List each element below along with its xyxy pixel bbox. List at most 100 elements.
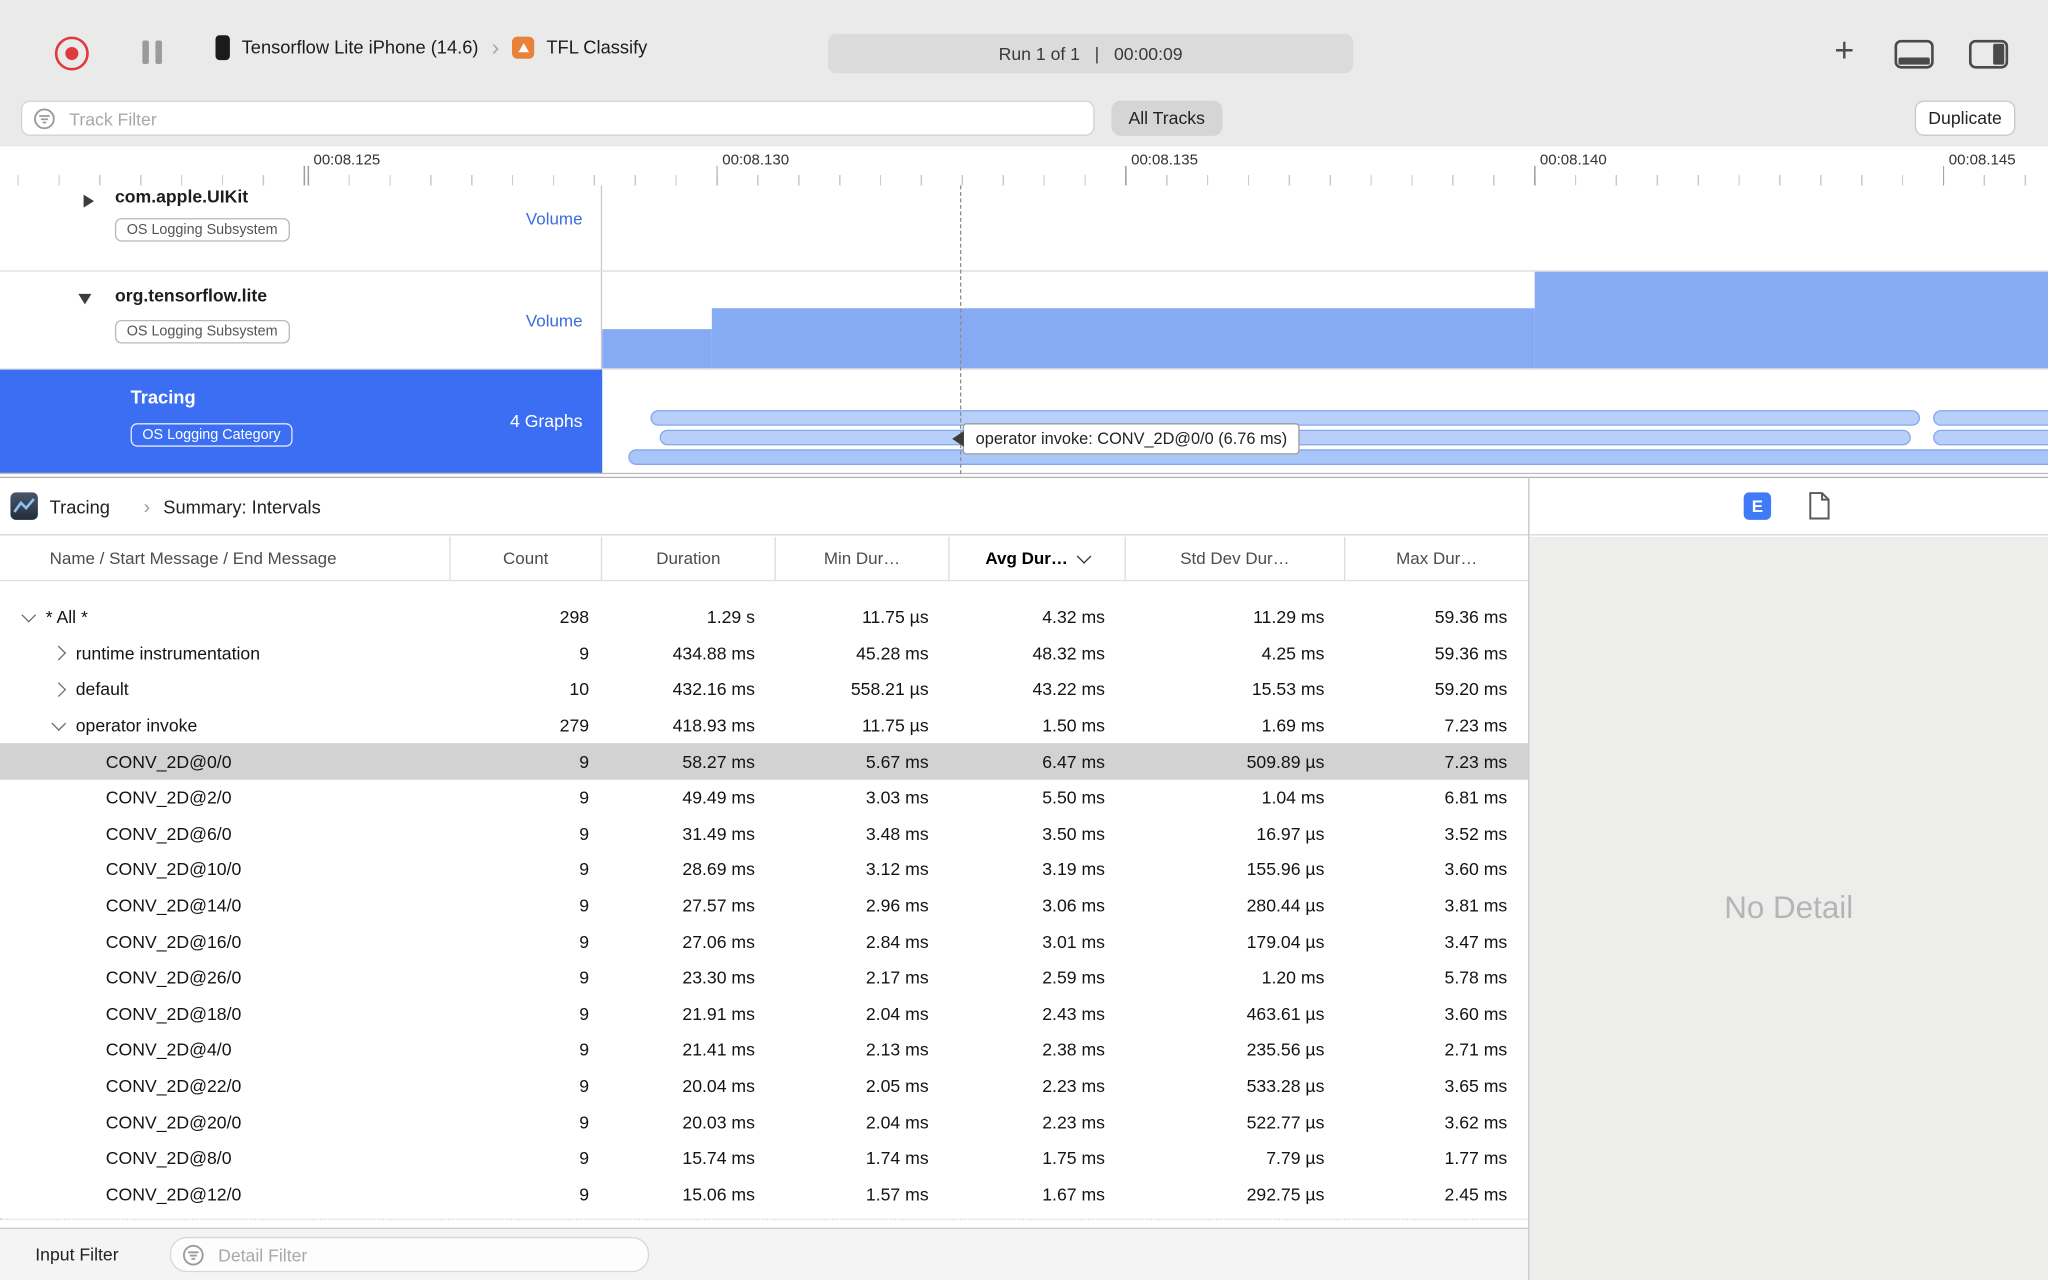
breadcrumb-root[interactable]: Tracing <box>50 478 110 535</box>
column-header-duration[interactable]: Duration <box>602 536 776 580</box>
table-row[interactable]: CONV_2D@8/0 9 15.74 ms 1.74 ms 1.75 ms 7… <box>0 1140 1528 1176</box>
detail-filter-field[interactable] <box>169 1236 650 1274</box>
row-stddev-duration: 1.20 ms <box>1261 968 1325 988</box>
row-name: CONV_2D@20/0 <box>105 1112 242 1132</box>
row-disclosure-icon[interactable] <box>51 716 67 732</box>
detail-filter-input[interactable] <box>215 1238 640 1274</box>
row-avg-duration: 2.59 ms <box>1042 968 1105 988</box>
row-avg-duration: 6.47 ms <box>1042 751 1105 772</box>
column-header-count[interactable]: Count <box>451 536 603 580</box>
row-name: * All * <box>45 607 88 628</box>
table-row[interactable]: CONV_2D@20/0 9 20.03 ms 2.04 ms 2.23 ms … <box>0 1104 1528 1140</box>
column-header-min[interactable]: Min Dur… <box>776 536 950 580</box>
row-stddev-duration: 463.61 µs <box>1246 1004 1325 1024</box>
row-max-duration: 3.81 ms <box>1444 896 1508 916</box>
interval-bar[interactable] <box>628 449 2048 465</box>
row-stddev-duration: 292.75 µs <box>1246 1184 1325 1204</box>
table-row[interactable]: CONV_2D@14/0 9 27.57 ms 2.96 ms 3.06 ms … <box>0 888 1528 924</box>
row-count: 10 <box>569 679 590 700</box>
breadcrumb-chevron-icon: › <box>143 495 151 518</box>
filter-icon <box>33 107 57 137</box>
row-name: CONV_2D@16/0 <box>105 932 242 952</box>
record-button[interactable] <box>54 36 89 71</box>
row-stddev-duration: 1.69 ms <box>1261 715 1325 736</box>
disclosure-triangle-icon[interactable] <box>78 293 92 305</box>
row-avg-duration: 2.43 ms <box>1042 1004 1105 1024</box>
table-row[interactable]: CONV_2D@26/0 9 23.30 ms 2.17 ms 2.59 ms … <box>0 960 1528 996</box>
table-row[interactable]: CONV_2D@4/0 9 21.41 ms 2.13 ms 2.38 ms 2… <box>0 1032 1528 1068</box>
document-icon[interactable] <box>1808 491 1832 528</box>
table-row[interactable]: CONV_2D@18/0 9 21.91 ms 2.04 ms 2.43 ms … <box>0 996 1528 1032</box>
table-row[interactable]: CONV_2D@6/0 9 31.49 ms 3.48 ms 3.50 ms 1… <box>0 816 1528 852</box>
track-lane-uikit[interactable] <box>602 185 2048 270</box>
time-ruler[interactable]: 00:08.125 00:08.130 00:08.135 00:08.140 … <box>0 146 2048 187</box>
row-name: CONV_2D@12/0 <box>105 1184 242 1204</box>
pause-button[interactable] <box>142 40 163 64</box>
table-row[interactable]: CONV_2D@12/0 9 15.06 ms 1.57 ms 1.67 ms … <box>0 1176 1528 1212</box>
row-avg-duration: 2.23 ms <box>1042 1076 1105 1096</box>
column-header-stddev[interactable]: Std Dev Dur… <box>1126 536 1346 580</box>
table-row[interactable]: runtime instrumentation 9 434.88 ms 45.2… <box>0 636 1528 672</box>
column-header-name[interactable]: Name / Start Message / End Message <box>0 536 451 580</box>
row-name: CONV_2D@26/0 <box>105 968 242 988</box>
table-row[interactable]: CONV_2D@0/0 9 58.27 ms 5.67 ms 6.47 ms 5… <box>0 743 1529 780</box>
column-header-avg[interactable]: Avg Dur… <box>950 536 1126 580</box>
column-header-max[interactable]: Max Dur… <box>1345 537 1528 580</box>
row-disclosure-icon[interactable] <box>51 646 67 661</box>
bottom-pane-toggle-button[interactable] <box>1894 39 1934 76</box>
row-duration: 432.16 ms <box>672 679 755 700</box>
breadcrumb-page[interactable]: Summary: Intervals <box>163 478 321 535</box>
track-filter-field[interactable] <box>20 100 1095 138</box>
row-min-duration: 2.84 ms <box>865 932 929 952</box>
duplicate-button[interactable]: Duplicate <box>1914 100 2016 136</box>
filter-bar: All Tracks Duplicate <box>0 91 2048 148</box>
row-avg-duration: 1.67 ms <box>1042 1184 1105 1204</box>
track-header-tracing[interactable]: Tracing OS Logging Category 4 Graphs <box>0 369 603 473</box>
table-row[interactable]: operator invoke 279 418.93 ms 11.75 µs 1… <box>0 708 1528 744</box>
table-row[interactable]: CONV_2D@2/0 9 49.49 ms 3.03 ms 5.50 ms 1… <box>0 780 1528 816</box>
row-disclosure-icon[interactable] <box>51 682 67 698</box>
row-duration: 23.30 ms <box>682 968 755 988</box>
row-min-duration: 558.21 µs <box>850 679 929 700</box>
interval-bar[interactable] <box>1933 410 2048 426</box>
sort-chevron-icon <box>1076 548 1091 564</box>
add-instrument-button[interactable]: + <box>1826 29 1863 68</box>
disclosure-triangle-icon[interactable] <box>83 194 95 208</box>
row-name-cell: CONV_2D@12/0 <box>0 1184 451 1204</box>
row-max-duration: 59.20 ms <box>1434 679 1508 700</box>
row-name-cell: CONV_2D@20/0 <box>0 1112 451 1132</box>
row-name-cell: CONV_2D@22/0 <box>0 1076 451 1096</box>
ruler-label: 00:08.125 <box>313 152 381 169</box>
table-row[interactable]: default 10 432.16 ms 558.21 µs 43.22 ms … <box>0 672 1528 708</box>
table-row[interactable]: CONV_2D@10/0 9 28.69 ms 3.12 ms 3.19 ms … <box>0 852 1528 888</box>
row-count: 9 <box>579 1076 590 1096</box>
track-name: com.apple.UIKit <box>114 186 249 207</box>
track-header-uikit[interactable]: com.apple.UIKit OS Logging Subsystem Vol… <box>0 185 603 271</box>
pane-divider[interactable] <box>1528 476 1530 1280</box>
row-name-cell: operator invoke <box>0 716 451 735</box>
row-name-cell: * All * <box>0 607 451 628</box>
track-header-tensorflow[interactable]: org.tensorflow.lite OS Logging Subsystem… <box>0 271 603 369</box>
row-avg-duration: 4.32 ms <box>1042 607 1105 628</box>
row-max-duration: 2.71 ms <box>1444 1040 1508 1060</box>
table-row[interactable]: CONV_2D@16/0 9 27.06 ms 2.84 ms 3.01 ms … <box>0 924 1528 960</box>
row-name-cell: CONV_2D@16/0 <box>0 932 451 952</box>
table-row[interactable]: * All * 298 1.29 s 11.75 µs 4.32 ms 11.2… <box>0 600 1528 636</box>
row-disclosure-icon[interactable] <box>21 608 37 623</box>
all-tracks-button[interactable]: All Tracks <box>1111 100 1222 136</box>
table-row[interactable]: CONV_2D@22/0 9 20.04 ms 2.05 ms 2.23 ms … <box>0 1068 1528 1104</box>
row-duration: 27.57 ms <box>682 896 755 916</box>
right-pane-toggle-button[interactable] <box>1968 39 2009 76</box>
device-target-selector[interactable]: Tensorflow Lite iPhone (14.6) › TFL Clas… <box>215 29 647 66</box>
track-filter-input[interactable] <box>66 101 1086 138</box>
input-filter-label[interactable]: Input Filter <box>35 1229 118 1280</box>
row-name: CONV_2D@14/0 <box>105 896 242 916</box>
track-lane-tensorflow[interactable] <box>602 271 2048 369</box>
expanded-detail-button[interactable]: E <box>1743 492 1772 520</box>
interval-bar[interactable] <box>1933 429 2048 446</box>
run-status: Run 1 of 1 | 00:00:09 <box>828 33 1354 74</box>
row-count: 9 <box>579 751 590 772</box>
row-count: 9 <box>579 1148 590 1168</box>
track-lane-tracing[interactable]: operator invoke: CONV_2D@0/0 (6.76 ms) <box>602 370 2048 473</box>
row-count: 9 <box>579 823 590 844</box>
